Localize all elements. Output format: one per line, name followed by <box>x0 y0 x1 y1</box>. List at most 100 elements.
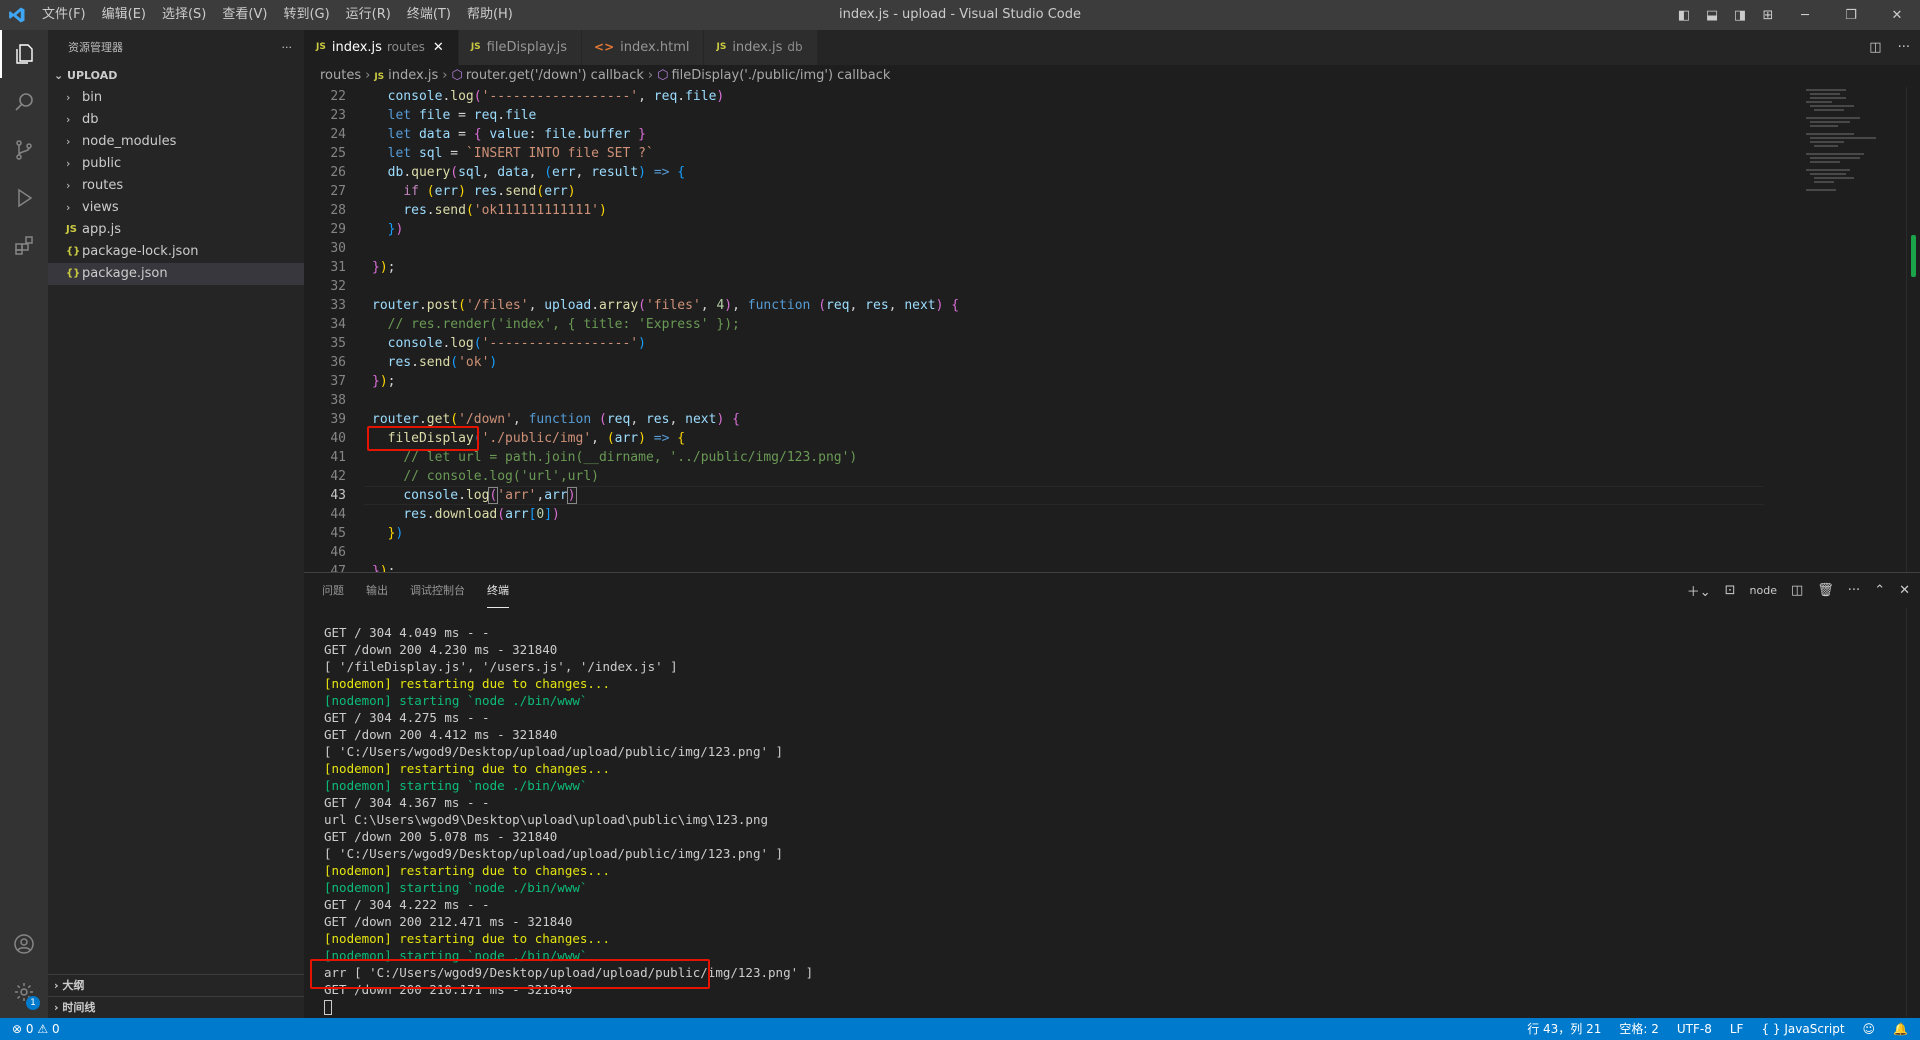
toggle-panel-icon[interactable]: ⬓ <box>1698 8 1726 23</box>
toggle-sidebar-icon[interactable]: ◧ <box>1670 8 1698 23</box>
explorer-header: 资源管理器 ··· <box>48 30 304 65</box>
more-actions-icon[interactable]: ··· <box>1898 40 1910 55</box>
terminal-line: GET /down 200 4.412 ms - 321840 <box>324 727 558 742</box>
tree-item-db[interactable]: › db <box>48 109 304 131</box>
js-file-icon: JS <box>374 72 385 82</box>
more-actions-icon[interactable]: ··· <box>1848 583 1860 598</box>
symbol-method-icon: ⬡ <box>657 68 669 83</box>
tree-item-public[interactable]: › public <box>48 153 304 175</box>
line-number: 44 <box>330 507 346 522</box>
problems-summary[interactable]: ⊗ 0 ⚠ 0 <box>12 1018 60 1040</box>
close-tab-icon[interactable]: ✕ <box>433 30 444 65</box>
workspace-root[interactable]: ⌄ UPLOAD <box>48 65 304 87</box>
tree-item-label: package.json <box>82 266 168 281</box>
code-line-current: 43 console.log('arr',arr) <box>304 486 1784 505</box>
notifications-bell-icon[interactable]: 🔔 <box>1893 1018 1908 1040</box>
tree-item-label: package-lock.json <box>82 244 199 259</box>
json-file-icon: {} <box>66 268 81 279</box>
minimap[interactable] <box>1802 87 1898 247</box>
menu-help[interactable]: 帮助(H) <box>459 0 521 30</box>
outline-section[interactable]: › 大纲 <box>48 974 304 996</box>
code-line: 42 // console.log('url',url) <box>304 467 1784 486</box>
language-mode[interactable]: { } JavaScript <box>1761 1018 1844 1040</box>
search-icon[interactable] <box>0 78 48 126</box>
terminal-line: [nodemon] restarting due to changes... <box>324 676 610 691</box>
timeline-label: 时间线 <box>62 1001 96 1014</box>
menu-selection[interactable]: 选择(S) <box>154 0 214 30</box>
editor-actions: ◫ ··· <box>1869 30 1910 65</box>
feedback-icon[interactable]: ☺ <box>1863 1018 1876 1040</box>
tree-item-bin[interactable]: › bin <box>48 87 304 109</box>
line-number: 35 <box>330 336 346 351</box>
more-actions-icon[interactable]: ··· <box>282 30 293 65</box>
tab-label: index.js <box>331 40 382 55</box>
menu-edit[interactable]: 编辑(E) <box>94 0 154 30</box>
tab-index-js-routes[interactable]: JS index.js routes ✕ <box>304 30 459 65</box>
menu-terminal[interactable]: 终端(T) <box>399 0 459 30</box>
terminal-output[interactable]: GET / 304 4.049 ms - - GET /down 200 4.2… <box>324 624 1884 1015</box>
tree-item-app-js[interactable]: JS app.js <box>48 219 304 241</box>
terminal-scrollbar[interactable] <box>1906 608 1920 1017</box>
terminal-icon: ⊡ <box>1724 583 1736 598</box>
menu-view[interactable]: 查看(V) <box>214 0 275 30</box>
tab-output[interactable]: 输出 <box>366 573 388 608</box>
trash-icon[interactable]: 🗑 <box>1817 583 1834 598</box>
chevron-right-icon: › <box>54 979 59 992</box>
tab-description: db <box>787 40 803 54</box>
code-line: 34 // res.render('index', { title: 'Expr… <box>304 315 1784 334</box>
line-number: 36 <box>330 355 346 370</box>
restore-button[interactable]: ❐ <box>1828 8 1874 23</box>
indentation[interactable]: 空格: 2 <box>1619 1018 1659 1040</box>
code-line: 32 <box>304 277 1784 296</box>
close-panel-icon[interactable]: ✕ <box>1899 583 1910 598</box>
tab-index-js-db[interactable]: JS index.js db <box>704 30 818 65</box>
new-terminal-icon[interactable]: ＋⌄ <box>1687 581 1711 600</box>
breadcrumb-file[interactable]: index.js <box>388 68 438 83</box>
terminal-name[interactable]: node <box>1750 584 1777 597</box>
tree-item-routes[interactable]: › routes <box>48 175 304 197</box>
toggle-secondary-sidebar-icon[interactable]: ◨ <box>1726 8 1754 23</box>
tab-problems[interactable]: 问题 <box>322 573 344 608</box>
run-debug-icon[interactable] <box>0 174 48 222</box>
menu-go[interactable]: 转到(G) <box>275 0 337 30</box>
menu-run[interactable]: 运行(R) <box>338 0 399 30</box>
chevron-right-icon: › <box>66 91 71 104</box>
line-number: 30 <box>330 241 346 256</box>
line-ending[interactable]: LF <box>1730 1018 1744 1040</box>
tab-debug-console[interactable]: 调试控制台 <box>410 573 465 608</box>
warning-icon: ⚠ <box>37 1022 49 1036</box>
accounts-icon[interactable] <box>0 920 48 968</box>
split-editor-icon[interactable]: ◫ <box>1869 40 1881 55</box>
tree-item-node-modules[interactable]: › node_modules <box>48 131 304 153</box>
editor-tabs: JS index.js routes ✕ JS fileDisplay.js <… <box>304 30 1920 65</box>
code-editor[interactable]: 22 console.log('------------------', req… <box>304 87 1920 572</box>
minimize-button[interactable]: ─ <box>1782 8 1828 23</box>
chevron-right-icon: › <box>66 157 71 170</box>
breadcrumb-symbol-2[interactable]: fileDisplay('./public/img') callback <box>671 68 890 83</box>
tree-item-package-lock[interactable]: {} package-lock.json <box>48 241 304 263</box>
code-line: 47}); <box>304 562 1784 572</box>
timeline-section[interactable]: › 时间线 <box>48 996 304 1018</box>
editor-scrollbar[interactable] <box>1906 87 1920 572</box>
scroll-position-marker <box>1911 235 1916 277</box>
split-terminal-icon[interactable]: ◫ <box>1791 583 1803 598</box>
maximize-panel-icon[interactable]: ⌃ <box>1874 583 1885 598</box>
tree-item-views[interactable]: › views <box>48 197 304 219</box>
encoding[interactable]: UTF-8 <box>1677 1018 1712 1040</box>
manage-gear-icon[interactable]: 1 <box>0 968 48 1016</box>
customize-layout-icon[interactable]: ⊞ <box>1754 8 1782 23</box>
extensions-icon[interactable] <box>0 222 48 270</box>
tree-item-package-json[interactable]: {} package.json <box>48 263 304 285</box>
close-window-button[interactable]: ✕ <box>1874 8 1920 23</box>
explorer-icon[interactable] <box>0 30 48 78</box>
cursor-position[interactable]: 行 43，列 21 <box>1527 1018 1601 1040</box>
source-control-icon[interactable] <box>0 126 48 174</box>
line-number: 38 <box>330 393 346 408</box>
breadcrumb-folder[interactable]: routes <box>320 68 361 83</box>
tab-filedisplay-js[interactable]: JS fileDisplay.js <box>458 30 583 65</box>
tab-terminal[interactable]: 终端 <box>487 573 509 608</box>
breadcrumb-symbol-1[interactable]: router.get('/down') callback <box>466 68 644 83</box>
chevron-right-icon: › <box>647 68 654 83</box>
tab-index-html[interactable]: <> index.html <box>582 30 705 65</box>
menu-file[interactable]: 文件(F) <box>34 0 94 30</box>
